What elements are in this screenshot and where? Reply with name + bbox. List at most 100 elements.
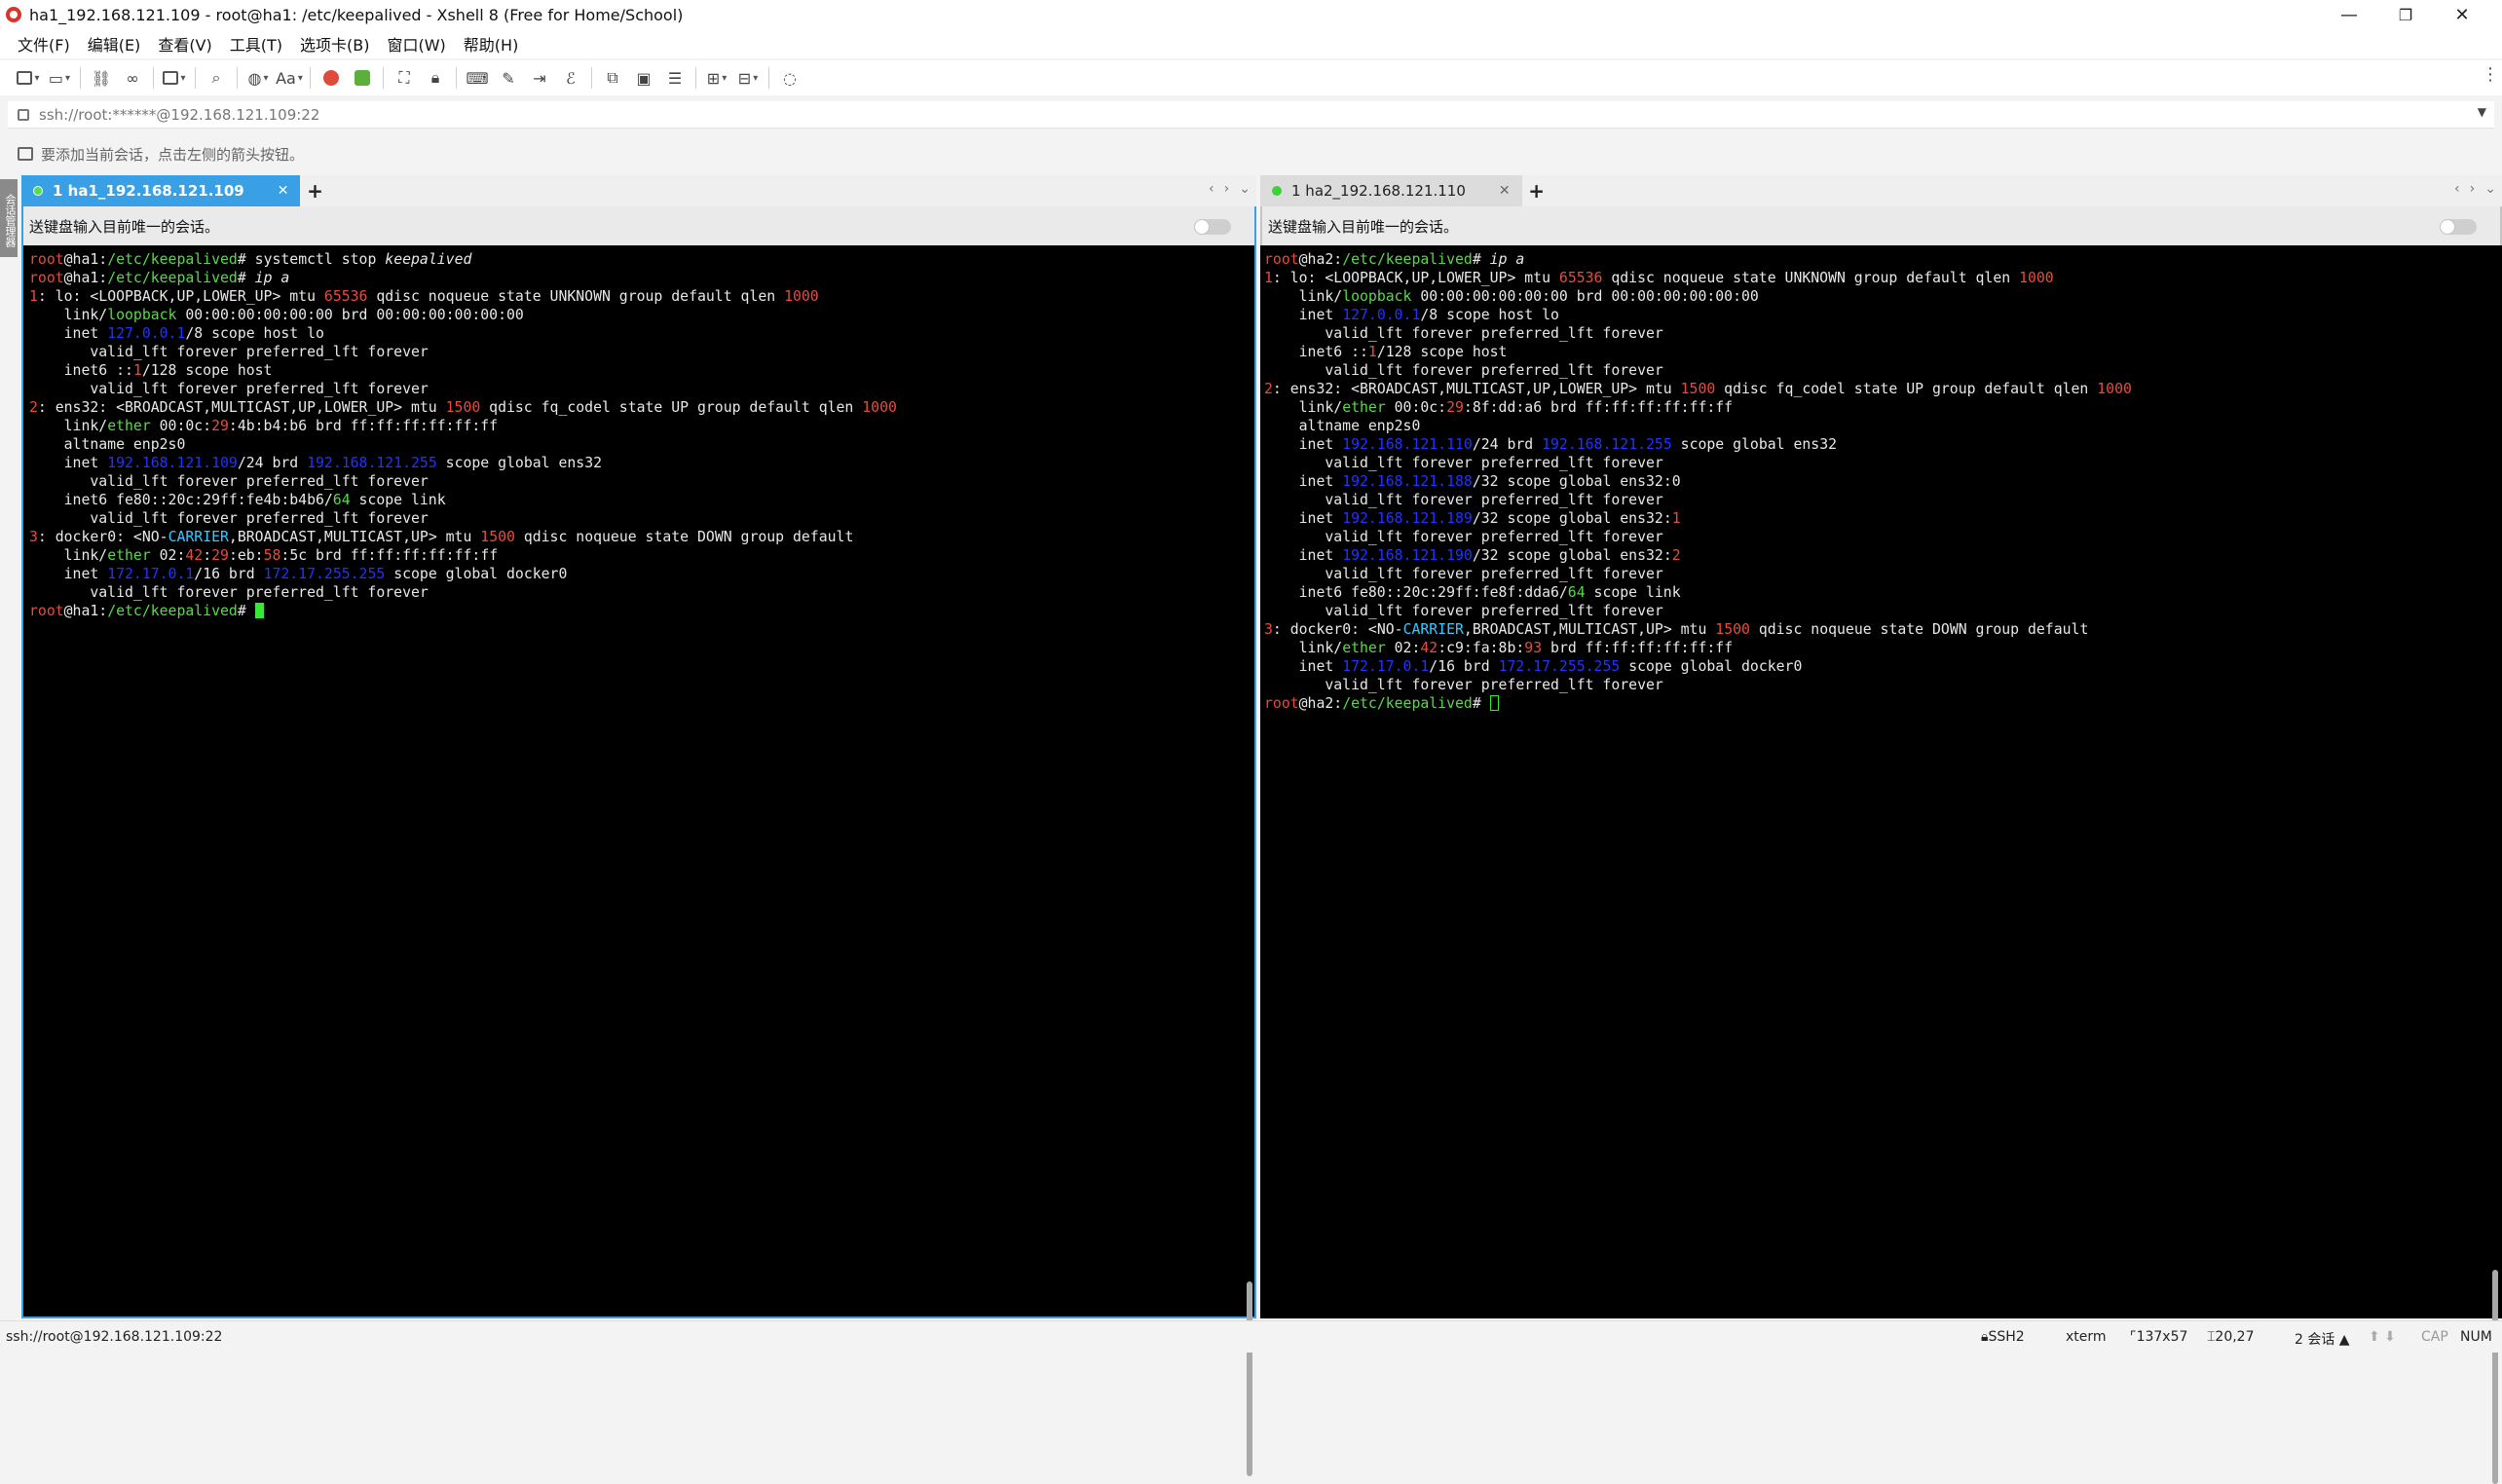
terminal-text: valid_lft forever preferred_lft forever (29, 473, 429, 490)
chevron-left-icon[interactable]: ‹ (1209, 181, 1214, 197)
menu-edit[interactable]: 编辑(E) (88, 32, 141, 56)
address-text[interactable]: ssh://root:******@192.168.121.109:22 (39, 106, 319, 124)
new-tab-icon[interactable] (162, 65, 187, 91)
terminal-text: ,BROADCAST,MULTICAST,UP> mtu (1463, 621, 1716, 638)
terminal-line: valid_lft forever preferred_lft forever (29, 380, 1254, 398)
add-session-icon[interactable] (18, 147, 33, 161)
menu-tools[interactable]: 工具(T) (230, 32, 282, 56)
terminal-text: qdisc noqueue state DOWN group default (514, 529, 854, 545)
terminal-line: 2: ens32: <BROADCAST,MULTICAST,UP,LOWER_… (1264, 380, 2502, 398)
font-icon[interactable]: Aa (276, 65, 302, 91)
chevron-down-icon[interactable]: ▼ (2478, 105, 2486, 119)
close-button[interactable]: ✕ (2434, 0, 2490, 29)
terminal-text: 2 (29, 399, 38, 416)
tab-ha1[interactable]: 1 ha1_192.168.121.109 ✕ (21, 175, 301, 206)
status-sessions[interactable]: 2 会话 ▲ (2295, 1329, 2350, 1349)
add-tab-button[interactable]: + (300, 175, 329, 206)
highlight-icon[interactable]: ▣ (631, 65, 656, 91)
scrollbar[interactable] (2492, 1270, 2498, 1484)
terminal-text: scope global ens32 (436, 455, 603, 471)
status-size: ⌜137x57 (2130, 1329, 2188, 1345)
tab-label: 1 ha2_192.168.121.110 (1291, 182, 1466, 200)
terminal-text: scope global docker0 (1620, 658, 1803, 675)
terminal-text: 1 (1264, 270, 1273, 286)
terminal-text: valid_lft forever preferred_lft forever (29, 344, 429, 360)
disconnect-icon[interactable]: ∞ (120, 65, 145, 91)
terminal-text: 29 (211, 418, 229, 434)
terminal-text: inet (1264, 307, 1343, 323)
compose-icon[interactable]: ✎ (496, 65, 521, 91)
scrollbar[interactable] (1247, 1281, 1252, 1476)
open-folder-icon[interactable]: ▭ (47, 65, 72, 91)
terminal-line: link/ether 02:42:29:eb:58:5c brd ff:ff:f… (29, 546, 1254, 565)
tunnel-icon[interactable]: ⧉ (600, 65, 625, 91)
left-terminal-pane: 1 ha1_192.168.121.109 ✕ + ‹ › ⌄ 送键盘输入目前唯… (21, 175, 1256, 1476)
terminal-text: 1000 (2019, 270, 2054, 286)
fullscreen-icon[interactable]: ⛶ (392, 65, 417, 91)
terminal-line: inet 127.0.0.1/8 scope host lo (1264, 306, 2502, 324)
terminal-text: # (237, 603, 255, 619)
status-cap: CAP (2421, 1329, 2448, 1345)
minimize-button[interactable]: — (2321, 0, 2377, 29)
globe-icon[interactable]: ◍ (245, 65, 271, 91)
terminal-text: 3 (29, 529, 38, 545)
chat-icon[interactable]: ◌ (777, 65, 803, 91)
terminal-text: qdisc noqueue state UNKNOWN group defaul… (1602, 270, 2020, 286)
hint-bar: 要添加当前会话，点击左侧的箭头按钮。 (0, 140, 2502, 167)
terminal-text: # (237, 270, 255, 286)
terminal-text: systemctl stop (254, 251, 386, 268)
keyboard-icon[interactable]: ⌨ (465, 65, 490, 91)
terminal-text: 02: (150, 547, 186, 564)
connected-status-icon (1272, 186, 1282, 196)
lock-icon[interactable]: 🔒︎ (423, 65, 448, 91)
notes-icon[interactable]: ☰ (662, 65, 688, 91)
terminal-text: @ha2: (1298, 695, 1343, 712)
search-icon[interactable]: ⌕ (204, 65, 229, 91)
terminal-text: 00:0c: (1385, 399, 1447, 416)
terminal-output[interactable]: root@ha2:/etc/keepalived# ip a 1: lo: <LO… (1260, 245, 2502, 1318)
script-icon[interactable]: ℰ (558, 65, 583, 91)
xshell-logo-icon (6, 7, 21, 22)
terminal-output[interactable]: root@ha1:/etc/keepalived# systemctl stop… (21, 245, 1256, 1318)
chevron-right-icon[interactable]: › (2470, 181, 2476, 197)
xagent-icon[interactable] (350, 65, 375, 91)
session-manager-icon[interactable]: ⊞ (704, 65, 729, 91)
terminal-text: ether (1342, 640, 1386, 656)
terminal-line: valid_lft forever preferred_lft forever (29, 509, 1254, 528)
terminal-text: valid_lft forever preferred_lft forever (29, 381, 429, 397)
compose-text: 送键盘输入目前唯一的会话。 (29, 217, 220, 236)
chevron-down-icon[interactable]: ⌄ (2484, 181, 2496, 197)
broadcast-toggle[interactable] (2440, 219, 2477, 235)
transfer-icon[interactable]: ⇥ (527, 65, 552, 91)
terminal-text: # (1472, 251, 1490, 268)
restore-button[interactable]: ❐ (2377, 0, 2434, 29)
terminal-line: inet 192.168.121.110/24 brd 192.168.121.… (1264, 435, 2502, 454)
chevron-left-icon[interactable]: ‹ (2454, 181, 2460, 197)
menu-window[interactable]: 窗口(W) (387, 32, 445, 56)
terminal-line: inet6 fe80::20c:29ff:fe8f:dda6/64 scope … (1264, 583, 2502, 602)
add-tab-button[interactable]: + (1522, 175, 1551, 206)
xftp-icon[interactable] (318, 65, 344, 91)
chevron-right-icon[interactable]: › (1224, 181, 1230, 197)
session-manager-tab[interactable]: 会话管理器 (0, 179, 18, 257)
terminal-text: valid_lft forever preferred_lft forever (1264, 566, 1663, 582)
menu-file[interactable]: 文件(F) (18, 32, 70, 56)
broadcast-toggle[interactable] (1194, 219, 1231, 235)
chevron-down-icon[interactable]: ⌄ (1239, 181, 1251, 197)
terminal-text: 1 (29, 288, 38, 305)
terminal-text: 64 (332, 492, 351, 508)
address-bar[interactable]: ssh://root:******@192.168.121.109:22 ▼ (8, 101, 2494, 129)
menu-help[interactable]: 帮助(H) (464, 32, 519, 56)
new-session-icon[interactable] (16, 65, 41, 91)
menu-view[interactable]: 查看(V) (158, 32, 211, 56)
menu-tabs[interactable]: 选项卡(B) (300, 32, 369, 56)
close-icon[interactable]: ✕ (1499, 183, 1511, 199)
terminal-text: valid_lft forever preferred_lft forever (1264, 362, 1663, 379)
terminal-text: inet6 :: (1264, 344, 1368, 360)
layout-icon[interactable]: ⊟ (735, 65, 761, 91)
tab-ha2[interactable]: 1 ha2_192.168.121.110 ✕ (1260, 175, 1522, 206)
reconnect-icon[interactable]: ⛓ (89, 65, 114, 91)
status-arrows[interactable]: ⬆ ⬇ (2369, 1329, 2396, 1345)
more-options-icon[interactable]: ⋮ (2482, 64, 2499, 85)
close-icon[interactable]: ✕ (278, 183, 289, 199)
